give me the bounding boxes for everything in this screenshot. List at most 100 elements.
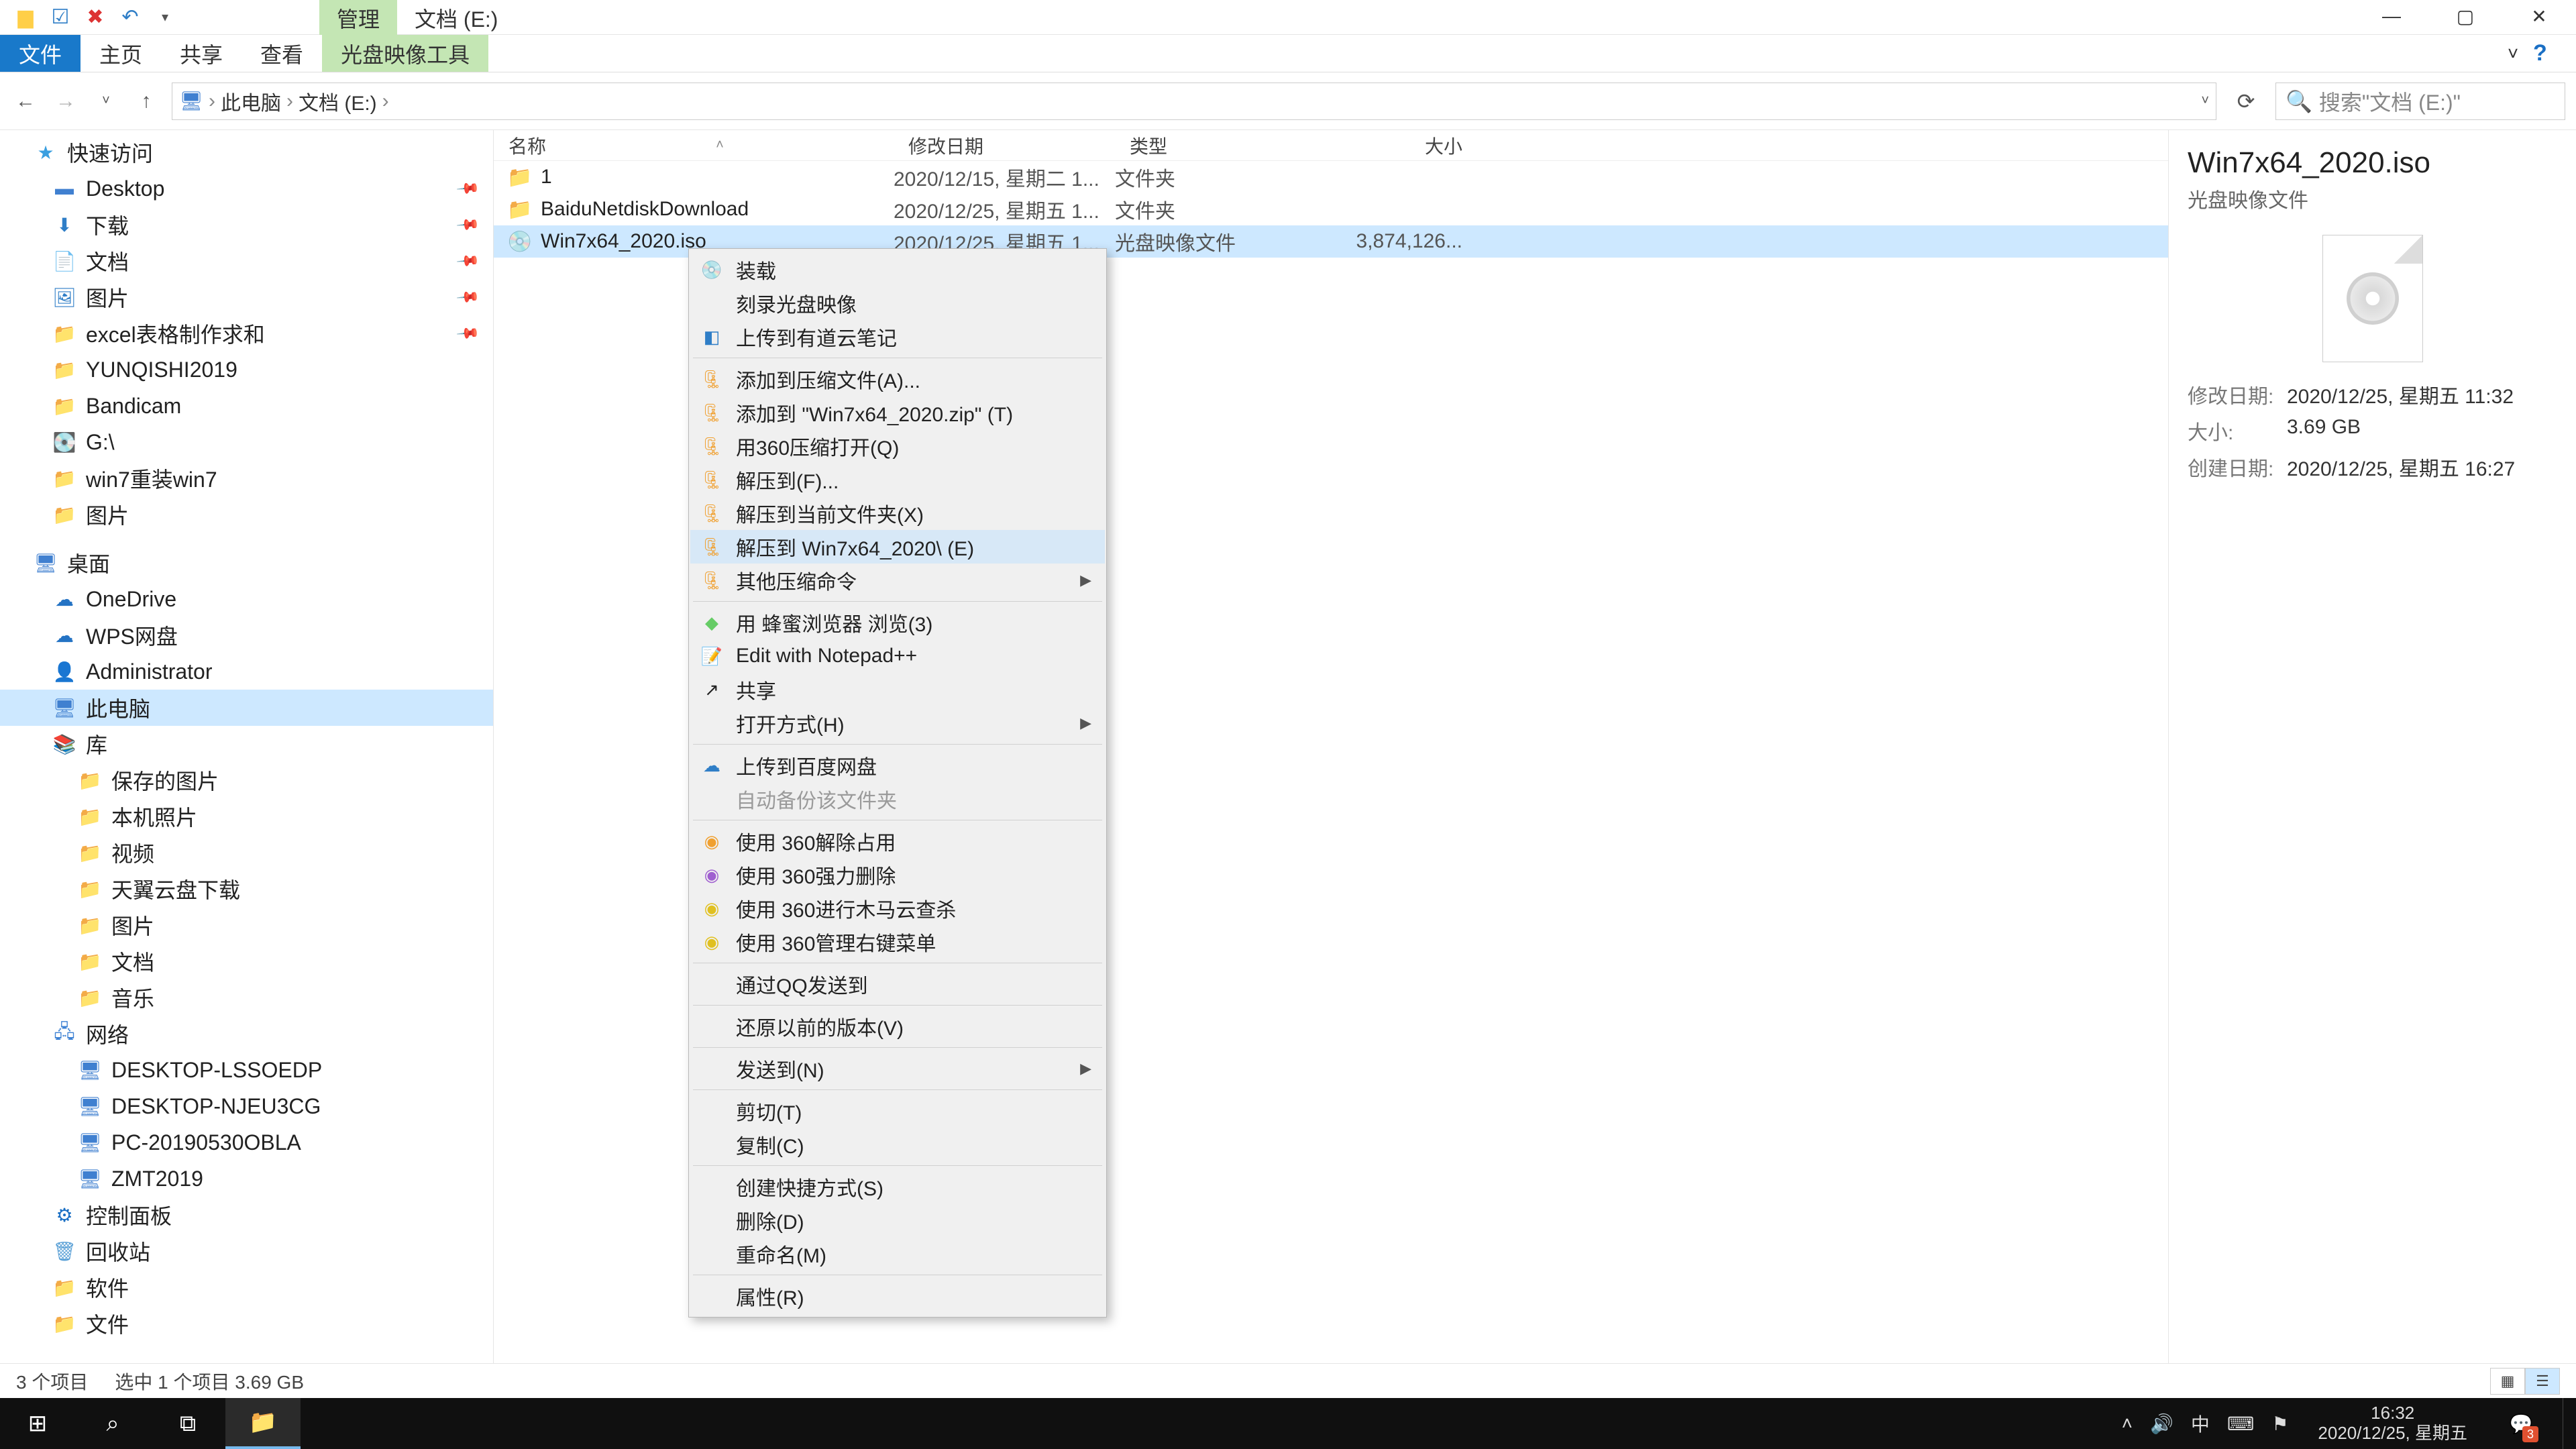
menu-other-zip[interactable]: 🗜其他压缩命令▶ xyxy=(690,564,1105,597)
sidebar-recycle-bin[interactable]: 🗑回收站 xyxy=(0,1233,493,1269)
sidebar-this-pc[interactable]: 🖥此电脑 xyxy=(0,690,493,726)
tab-share[interactable]: 共享 xyxy=(161,35,241,72)
view-thumbnails-button[interactable]: ▦ xyxy=(2490,1368,2525,1395)
menu-extract-folder[interactable]: 🗜解压到 Win7x64_2020\ (E) xyxy=(690,530,1105,564)
sidebar-downloads[interactable]: ⬇下载📌 xyxy=(0,207,493,243)
menu-delete[interactable]: 删除(D) xyxy=(690,1203,1105,1237)
menu-restore-version[interactable]: 还原以前的版本(V) xyxy=(690,1010,1105,1043)
breadcrumb-pc[interactable]: 此电脑 xyxy=(221,87,281,116)
column-type[interactable]: 类型 xyxy=(1115,132,1301,159)
action-center-button[interactable]: 💬3 xyxy=(2497,1398,2545,1449)
sidebar-net-pc3[interactable]: 🖥PC-20190530OBLA xyxy=(0,1124,493,1161)
sidebar-lib-music[interactable]: 📁音乐 xyxy=(0,979,493,1016)
close-button[interactable]: ✕ xyxy=(2502,0,2576,32)
start-button[interactable]: ⊞ xyxy=(0,1398,75,1449)
menu-copy[interactable]: 复制(C) xyxy=(690,1128,1105,1161)
sidebar-net-pc1[interactable]: 🖥DESKTOP-LSSOEDP xyxy=(0,1052,493,1088)
recent-dropdown-icon[interactable]: ˅ xyxy=(91,93,121,109)
column-name[interactable]: 名称˄ xyxy=(494,132,894,159)
sidebar-quick-access[interactable]: ★快速访问 xyxy=(0,134,493,170)
sidebar-software[interactable]: 📁软件 xyxy=(0,1269,493,1305)
file-row[interactable]: 📁1 2020/12/15, 星期二 1...文件夹 xyxy=(494,161,2168,193)
maximize-button[interactable]: ▢ xyxy=(2428,0,2502,32)
column-date[interactable]: 修改日期 xyxy=(894,132,1115,159)
menu-extract-here[interactable]: 🗜解压到当前文件夹(X) xyxy=(690,496,1105,530)
sidebar-control-panel[interactable]: ⚙控制面板 xyxy=(0,1197,493,1233)
sidebar-net-pc2[interactable]: 🖥DESKTOP-NJEU3CG xyxy=(0,1088,493,1124)
menu-cut[interactable]: 剪切(T) xyxy=(690,1094,1105,1128)
undo-icon[interactable]: ↶ xyxy=(117,4,144,31)
menu-360-delete[interactable]: ◉使用 360强力删除 xyxy=(690,858,1105,892)
menu-add-archive[interactable]: 🗜添加到压缩文件(A)... xyxy=(690,362,1105,396)
chevron-right-icon[interactable]: › xyxy=(382,90,389,113)
task-view-button[interactable]: ⧉ xyxy=(150,1398,225,1449)
sidebar-administrator[interactable]: 👤Administrator xyxy=(0,653,493,690)
sidebar-desktop-root[interactable]: 🖥桌面 xyxy=(0,545,493,581)
sidebar-bandicam[interactable]: 📁Bandicam xyxy=(0,388,493,424)
minimize-button[interactable]: — xyxy=(2355,0,2428,32)
ime-indicator[interactable]: 中 xyxy=(2191,1410,2210,1437)
menu-youdao[interactable]: ◧上传到有道云笔记 xyxy=(690,320,1105,354)
sidebar-lib-documents[interactable]: 📁文档 xyxy=(0,943,493,979)
sidebar-lib-pictures[interactable]: 📁图片 xyxy=(0,907,493,943)
chevron-right-icon[interactable]: › xyxy=(209,90,215,113)
sidebar-pictures[interactable]: 🖼图片📌 xyxy=(0,279,493,315)
up-button[interactable]: ↑ xyxy=(131,90,161,113)
explorer-taskbar-button[interactable]: 📁 xyxy=(225,1398,301,1449)
sidebar-net-pc4[interactable]: 🖥ZMT2019 xyxy=(0,1161,493,1197)
clock[interactable]: 16:32 2020/12/25, 星期五 xyxy=(2306,1403,2479,1444)
sidebar-wps[interactable]: ☁WPS网盘 xyxy=(0,617,493,653)
tab-file[interactable]: 文件 xyxy=(0,35,80,72)
menu-360-menu[interactable]: ◉使用 360管理右键菜单 xyxy=(690,925,1105,959)
address-bar[interactable]: 🖥 › 此电脑 › 文档 (E:) › ˅ xyxy=(172,83,2216,120)
help-icon[interactable]: ? xyxy=(2533,40,2567,66)
forward-button[interactable]: → xyxy=(51,90,80,113)
menu-rename[interactable]: 重命名(M) xyxy=(690,1237,1105,1271)
tray-overflow-icon[interactable]: ˄ xyxy=(2122,1413,2133,1434)
menu-burn[interactable]: 刻录光盘映像 xyxy=(690,286,1105,320)
qat-dropdown-icon[interactable]: ▾ xyxy=(152,4,178,31)
refresh-button[interactable]: ⟳ xyxy=(2227,89,2265,114)
menu-360zip[interactable]: 🗜用360压缩打开(Q) xyxy=(690,429,1105,463)
menu-share[interactable]: ↗共享 xyxy=(690,673,1105,706)
sidebar-saved-pictures[interactable]: 📁保存的图片 xyxy=(0,762,493,798)
menu-open-with[interactable]: 打开方式(H)▶ xyxy=(690,706,1105,740)
sidebar-documents[interactable]: 📄文档📌 xyxy=(0,243,493,279)
volume-icon[interactable]: 🔊 xyxy=(2150,1413,2174,1435)
menu-notepadpp[interactable]: 📝Edit with Notepad++ xyxy=(690,639,1105,673)
sidebar-excel-folder[interactable]: 📁excel表格制作求和📌 xyxy=(0,315,493,352)
tab-disc-image-tools[interactable]: 光盘映像工具 xyxy=(322,35,488,72)
back-button[interactable]: ← xyxy=(11,90,40,113)
menu-properties[interactable]: 属性(R) xyxy=(690,1279,1105,1313)
search-button[interactable]: ⌕ xyxy=(75,1398,150,1449)
menu-baidu-upload[interactable]: ☁上传到百度网盘 xyxy=(690,749,1105,782)
breadcrumb-docs[interactable]: 文档 (E:) xyxy=(299,87,377,116)
sidebar-videos[interactable]: 📁视频 xyxy=(0,835,493,871)
menu-mount[interactable]: 💿装载 xyxy=(690,253,1105,286)
tab-home[interactable]: 主页 xyxy=(80,35,161,72)
security-icon[interactable]: ⚑ xyxy=(2271,1413,2288,1435)
sidebar-yunqishi[interactable]: 📁YUNQISHI2019 xyxy=(0,352,493,388)
file-row[interactable]: 📁BaiduNetdiskDownload 2020/12/25, 星期五 1.… xyxy=(494,193,2168,225)
menu-360-scan[interactable]: ◉使用 360进行木马云查杀 xyxy=(690,892,1105,925)
sidebar-tianyi[interactable]: 📁天翼云盘下载 xyxy=(0,871,493,907)
menu-qq-send[interactable]: 通过QQ发送到 xyxy=(690,967,1105,1001)
menu-send-to[interactable]: 发送到(N)▶ xyxy=(690,1052,1105,1085)
sidebar-pictures2[interactable]: 📁图片 xyxy=(0,496,493,533)
menu-shortcut[interactable]: 创建快捷方式(S) xyxy=(690,1170,1105,1203)
sidebar-libraries[interactable]: 📚库 xyxy=(0,726,493,762)
sidebar-desktop[interactable]: ▬Desktop📌 xyxy=(0,170,493,207)
chevron-right-icon[interactable]: › xyxy=(286,90,293,113)
sidebar-network[interactable]: 🖧网络 xyxy=(0,1016,493,1052)
tab-view[interactable]: 查看 xyxy=(241,35,322,72)
collapse-ribbon-icon[interactable]: ˅ xyxy=(2493,38,2533,70)
show-desktop-button[interactable] xyxy=(2563,1398,2571,1449)
properties-icon[interactable]: ☑ xyxy=(47,4,74,31)
ime-mode-icon[interactable]: ⌨ xyxy=(2227,1413,2254,1435)
view-details-button[interactable]: ☰ xyxy=(2525,1368,2560,1395)
delete-icon[interactable]: ✖ xyxy=(82,4,109,31)
sidebar-win7-reinstall[interactable]: 📁win7重装win7 xyxy=(0,460,493,496)
menu-360-unlock[interactable]: ◉使用 360解除占用 xyxy=(690,824,1105,858)
sidebar-camera-roll[interactable]: 📁本机照片 xyxy=(0,798,493,835)
context-tab-manage[interactable]: 管理 xyxy=(319,0,397,35)
